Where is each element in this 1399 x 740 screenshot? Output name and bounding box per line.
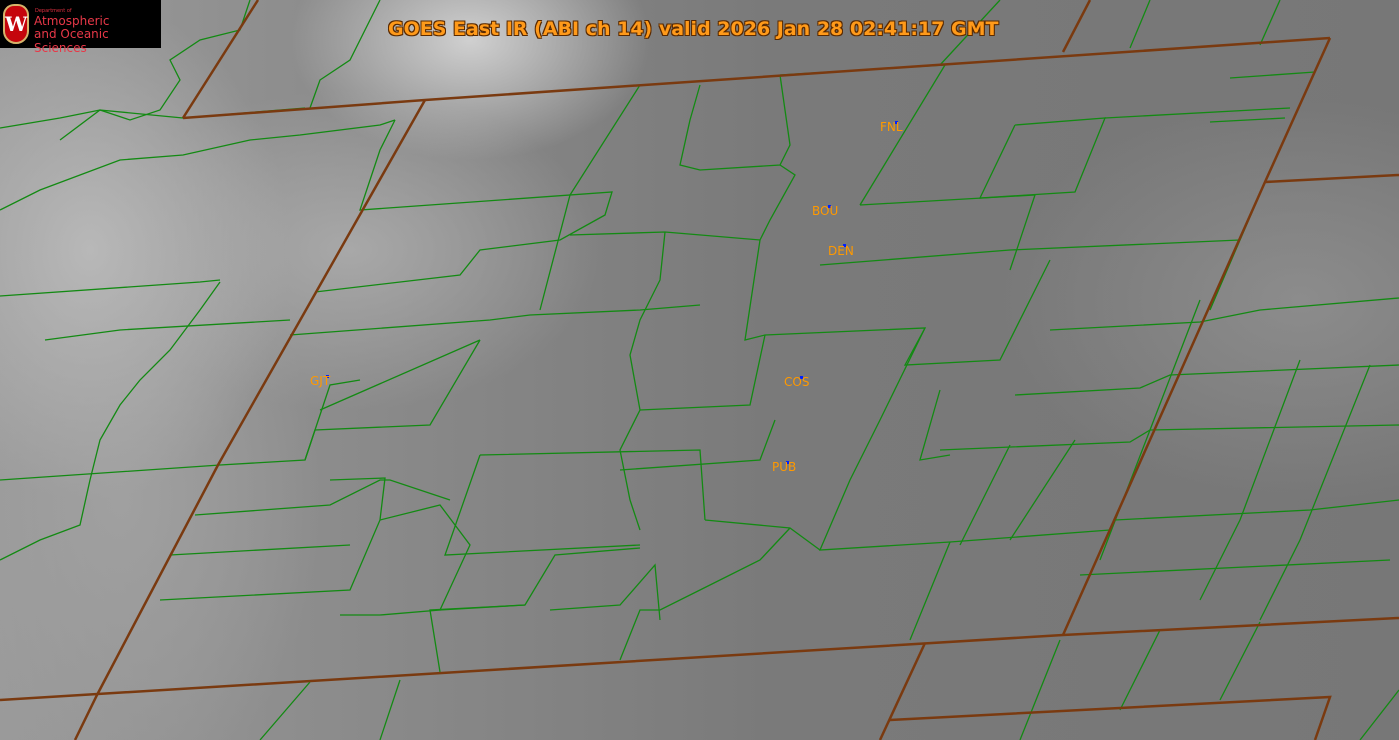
aos-logo: W Department of Atmospheric and Oceanic … bbox=[0, 0, 161, 55]
station-label-cos: COS bbox=[784, 375, 810, 389]
station-label-pub: PUB bbox=[772, 460, 797, 474]
state-borders bbox=[0, 0, 1399, 740]
station-label-bou: BOU bbox=[812, 204, 839, 218]
logo-line1: Atmospheric bbox=[34, 14, 110, 28]
uw-crest-icon: W bbox=[3, 4, 29, 44]
station-label-fnl: FNL bbox=[880, 120, 903, 134]
image-title: GOES East IR (ABI ch 14) valid 2026 Jan … bbox=[388, 18, 999, 40]
station-label-den: DEN bbox=[828, 244, 854, 258]
logo-line2: and Oceanic Sciences bbox=[34, 27, 109, 55]
map-overlay bbox=[0, 0, 1399, 740]
station-label-gjt: GJT bbox=[310, 374, 331, 388]
